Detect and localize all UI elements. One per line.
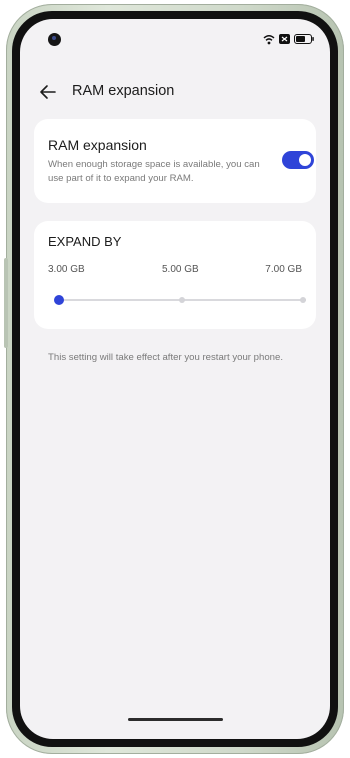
page-title: RAM expansion — [72, 83, 175, 99]
ram-expansion-toggle[interactable] — [282, 151, 314, 169]
battery-icon — [294, 34, 314, 44]
ram-expansion-title: RAM expansion — [48, 137, 147, 153]
ram-expansion-card: RAM expansion When enough storage space … — [34, 119, 316, 203]
arrow-left-icon — [40, 85, 56, 99]
option-label-3gb: 3.00 GB — [48, 264, 85, 275]
header: RAM expansion — [20, 77, 330, 107]
restart-note: This setting will take effect after you … — [48, 352, 283, 363]
slider-step-7gb[interactable] — [300, 297, 306, 303]
notification-icon — [279, 34, 290, 44]
expand-by-title: EXPAND BY — [48, 234, 122, 249]
status-icons — [263, 33, 314, 45]
front-camera — [48, 33, 61, 46]
wifi-icon — [263, 34, 275, 44]
ram-expansion-description: When enough storage space is available, … — [48, 159, 260, 184]
status-bar — [20, 19, 330, 59]
screen: RAM expansion RAM expansion When enough … — [20, 19, 330, 739]
back-button[interactable] — [36, 80, 60, 104]
expand-by-card: EXPAND BY 3.00 GB 5.00 GB 7.00 GB — [34, 221, 316, 329]
expand-slider-thumb[interactable] — [54, 295, 64, 305]
option-label-7gb: 7.00 GB — [265, 264, 302, 275]
expand-slider-track[interactable] — [58, 297, 306, 303]
option-label-5gb: 5.00 GB — [162, 264, 199, 275]
home-indicator[interactable] — [128, 718, 223, 721]
toggle-knob — [299, 154, 311, 166]
slider-step-5gb[interactable] — [179, 297, 185, 303]
volume-button — [4, 258, 8, 348]
